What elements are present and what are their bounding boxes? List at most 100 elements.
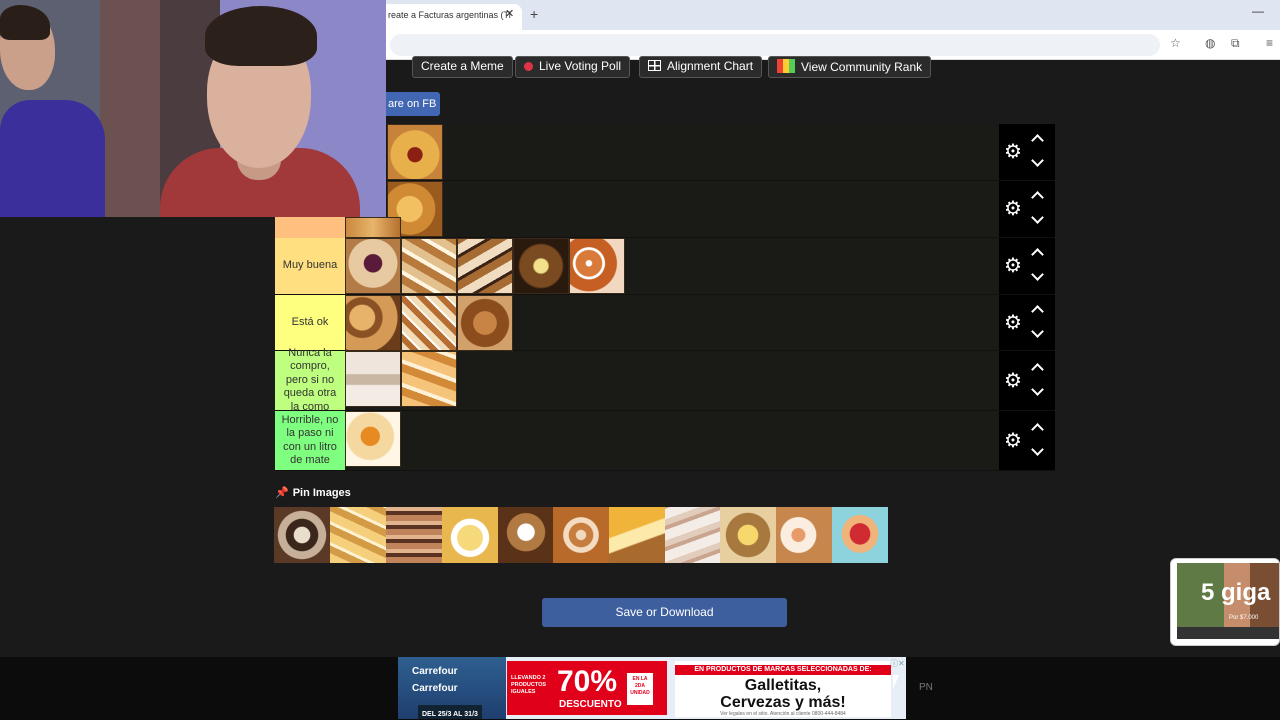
unranked-image[interactable] — [386, 507, 442, 563]
pastry-image[interactable] — [345, 351, 401, 407]
move-down-icon[interactable] — [1031, 382, 1044, 396]
pin-icon: 📌 — [275, 487, 289, 499]
move-up-icon[interactable] — [1031, 304, 1044, 318]
side-ad-controls[interactable] — [1177, 627, 1279, 639]
side-video-ad[interactable]: 5 giga Por $7.000 — [1170, 558, 1280, 646]
webcam-person-1-body — [0, 100, 105, 217]
ad-percent: 70% — [557, 665, 618, 698]
tier-row-esta-ok: Está ok ⚙ — [275, 295, 1055, 351]
pn-text: PN — [919, 682, 933, 693]
unranked-image[interactable] — [442, 507, 498, 563]
tier-row-3 — [275, 217, 1055, 238]
tier-row-nunca: Nunca la compro, pero si no queda otra l… — [275, 347, 1055, 413]
tier-label[interactable]: Muy buena — [275, 238, 345, 294]
create-meme-button[interactable]: Create a Meme — [412, 56, 513, 78]
tier-row-horrible: Horrible, no la paso ni con un litro de … — [275, 411, 1055, 471]
move-down-icon[interactable] — [1031, 268, 1044, 281]
pin-images-heading[interactable]: 📌 Pin Images — [275, 486, 351, 499]
tier-label[interactable]: Nunca la compro, pero si no queda otra l… — [275, 347, 345, 413]
gear-icon[interactable]: ⚙ — [1004, 371, 1022, 391]
pastry-image[interactable] — [569, 238, 625, 294]
ad-dates: DEL 25/3 AL 31/3 — [418, 705, 482, 719]
ad-brand-2: Carrefour — [412, 683, 458, 694]
ad-fine-print: Ver legales en el sitio. Atención al cli… — [720, 711, 846, 717]
move-down-icon[interactable] — [1031, 154, 1044, 167]
tier-controls: ⚙ — [999, 295, 1055, 350]
bookmark-star-icon[interactable]: ☆ — [1170, 36, 1181, 50]
share-facebook-button[interactable]: are on FB — [386, 92, 440, 116]
ad-headline-block: EN PRODUCTOS DE MARCAS SELECCIONADAS DE:… — [675, 661, 891, 717]
ad-discount-block: LLEVANDO 2 PRODUCTOS IGUALES 70% DESCUEN… — [507, 661, 667, 715]
unranked-image[interactable] — [720, 507, 776, 563]
banner-ad[interactable]: Carrefour Carrefour DEL 25/3 AL 31/3 LLE… — [398, 657, 906, 719]
pastry-image[interactable] — [401, 295, 457, 351]
pastry-image[interactable] — [457, 295, 513, 351]
ad-close-icon[interactable]: ⓘ✕ — [890, 658, 905, 669]
unranked-image[interactable] — [665, 507, 721, 563]
tier-controls: ⚙ — [999, 351, 1055, 410]
pin-images-label: Pin Images — [292, 487, 351, 499]
community-rank-label: View Community Rank — [801, 60, 923, 74]
tier-row-1: ⚙ — [275, 124, 1055, 181]
pastry-image[interactable] — [345, 295, 401, 351]
browser-tab[interactable]: reate a Facturas argentinas (Ti — [380, 4, 522, 30]
unranked-image[interactable] — [609, 507, 665, 563]
profile-icon[interactable]: ◍ — [1205, 36, 1215, 50]
community-rank-button[interactable]: View Community Rank — [768, 56, 932, 78]
close-tab-icon[interactable]: ✕ — [505, 7, 514, 20]
pastry-image[interactable] — [345, 238, 401, 294]
unranked-image[interactable] — [498, 507, 554, 563]
pastry-image[interactable] — [345, 217, 401, 238]
minimize-icon[interactable]: — — [1252, 4, 1264, 18]
create-meme-label: Create a Meme — [421, 59, 504, 73]
tier-label[interactable] — [275, 217, 345, 238]
pastry-image[interactable] — [457, 238, 513, 294]
unranked-image[interactable] — [553, 507, 609, 563]
gear-icon[interactable]: ⚙ — [1004, 313, 1022, 333]
pastry-image[interactable] — [387, 124, 443, 180]
move-down-icon[interactable] — [1031, 442, 1044, 456]
tier-controls: ⚙ — [999, 238, 1055, 294]
move-up-icon[interactable] — [1031, 134, 1044, 147]
move-up-icon[interactable] — [1031, 191, 1044, 204]
tier-controls: ⚙ — [999, 124, 1055, 180]
ad-small-text: LLEVANDO 2 PRODUCTOS IGUALES — [511, 675, 547, 695]
move-down-icon[interactable] — [1031, 324, 1044, 338]
pastry-image[interactable] — [401, 238, 457, 294]
live-voting-poll-button[interactable]: Live Voting Poll — [515, 56, 631, 78]
alignment-label: Alignment Chart — [667, 59, 754, 73]
ad-brand-block: Carrefour Carrefour DEL 25/3 AL 31/3 — [398, 657, 506, 719]
reading-list-icon[interactable]: ≡ — [1266, 36, 1273, 50]
move-up-icon[interactable] — [1031, 248, 1044, 261]
unranked-image[interactable] — [330, 507, 386, 563]
mouse-cursor-icon — [893, 675, 899, 689]
pastry-image[interactable] — [345, 411, 401, 467]
ad-strip: EN PRODUCTOS DE MARCAS SELECCIONADAS DE: — [675, 665, 891, 675]
new-tab-icon[interactable]: + — [530, 6, 538, 22]
ad-brand-1: Carrefour — [412, 666, 458, 677]
tier-label[interactable]: Está ok — [275, 295, 345, 350]
move-up-icon[interactable] — [1031, 422, 1044, 436]
ad-headline-1: Galletitas, — [744, 677, 822, 694]
unranked-image[interactable] — [776, 507, 832, 563]
pastry-image[interactable] — [513, 238, 569, 294]
side-ad-price: Por $7.000 — [1229, 615, 1259, 621]
ad-headline-2: Cervezas y más! — [720, 694, 846, 711]
gear-icon[interactable]: ⚙ — [1004, 256, 1022, 276]
side-ad-headline: 5 giga — [1201, 579, 1271, 606]
move-up-icon[interactable] — [1031, 362, 1044, 376]
alignment-chart-button[interactable]: Alignment Chart — [639, 56, 763, 78]
gear-icon[interactable]: ⚙ — [1004, 199, 1022, 219]
tier-label[interactable]: Horrible, no la paso ni con un litro de … — [275, 411, 345, 470]
unranked-image[interactable] — [274, 507, 330, 563]
extensions-icon[interactable]: ⧉ — [1231, 36, 1240, 51]
address-bar[interactable] — [390, 34, 1160, 56]
unranked-image[interactable] — [832, 507, 888, 563]
save-or-download-button[interactable]: Save or Download — [542, 598, 787, 627]
gear-icon[interactable]: ⚙ — [1004, 142, 1022, 162]
live-poll-label: Live Voting Poll — [539, 59, 622, 73]
webcam-overlay — [0, 0, 386, 217]
pastry-image[interactable] — [401, 351, 457, 407]
gear-icon[interactable]: ⚙ — [1004, 431, 1022, 451]
ad-unidad: EN LA 2DA UNIDAD — [627, 673, 653, 705]
